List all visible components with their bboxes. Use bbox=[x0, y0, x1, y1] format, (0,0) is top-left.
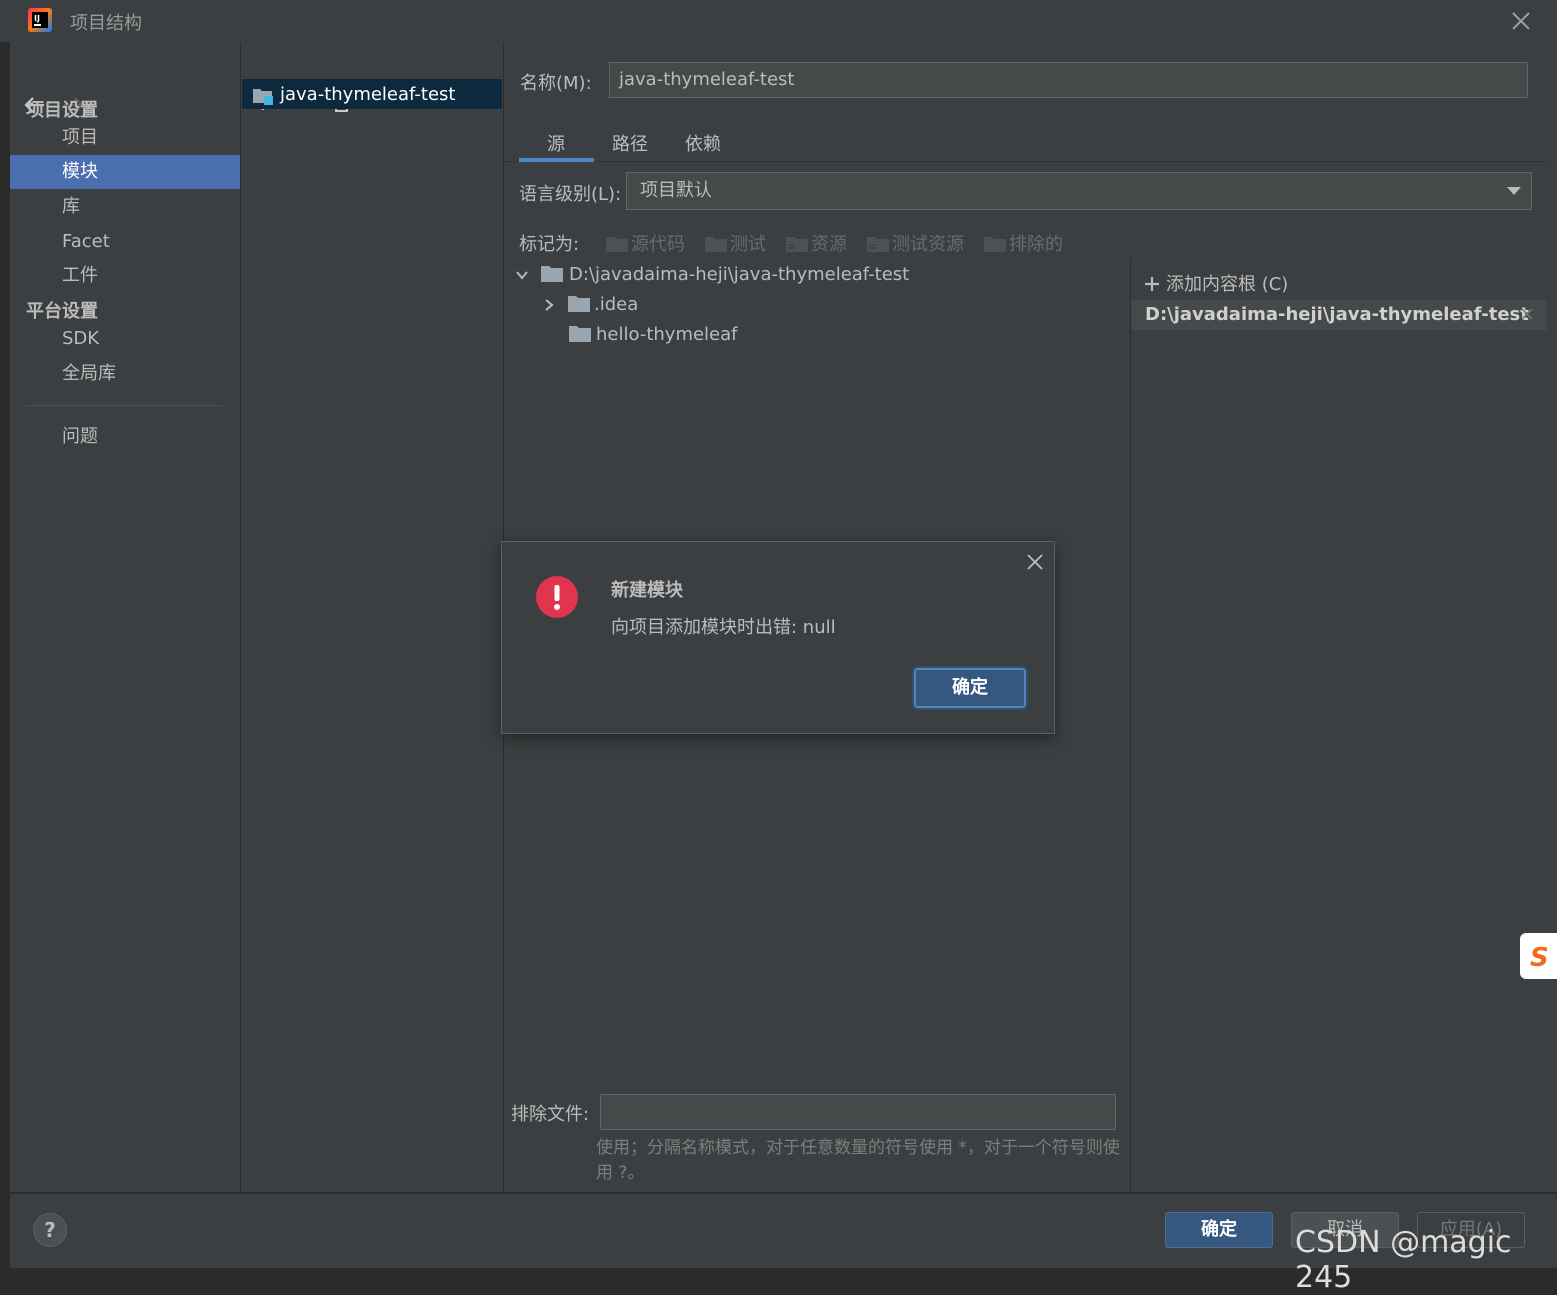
svg-text:IJ: IJ bbox=[34, 14, 40, 23]
nav-item-modules[interactable]: 模块 bbox=[10, 155, 240, 189]
tree-row-idea[interactable]: .idea bbox=[542, 294, 638, 315]
chevron-down-icon[interactable] bbox=[1507, 187, 1521, 195]
exclude-files-label: 排除文件: bbox=[511, 1104, 590, 1125]
title-bar bbox=[0, 0, 1557, 43]
tree-row-hello-thymeleaf[interactable]: hello-thymeleaf bbox=[569, 324, 738, 345]
tree-root-label: D:\javadaima-heji\java-thymeleaf-test bbox=[569, 264, 910, 285]
dialog-close-icon[interactable] bbox=[1026, 553, 1044, 571]
add-content-root-button[interactable]: 添加内容根 (C) bbox=[1144, 270, 1288, 296]
module-list-panel bbox=[241, 42, 504, 1192]
tab-sources[interactable]: 源 bbox=[547, 130, 565, 156]
tree-hello-thymeleaf-label: hello-thymeleaf bbox=[596, 324, 738, 345]
ok-button[interactable]: 确定 bbox=[1165, 1212, 1273, 1248]
window-title: 项目结构 bbox=[70, 13, 142, 34]
tab-dependencies[interactable]: 依赖 bbox=[685, 130, 721, 156]
active-tab-indicator bbox=[519, 158, 594, 162]
chevron-down-icon[interactable] bbox=[515, 268, 529, 282]
tab-paths[interactable]: 路径 bbox=[612, 130, 648, 156]
tree-idea-label: .idea bbox=[594, 294, 639, 315]
module-folder-icon bbox=[252, 86, 274, 106]
mark-resources-label: 资源 bbox=[811, 234, 847, 255]
name-label: 名称(M): bbox=[520, 73, 592, 94]
help-button[interactable]: ? bbox=[33, 1213, 67, 1247]
nav-item-global-libraries[interactable]: 全局库 bbox=[10, 357, 240, 391]
add-content-root-label: 添加内容根 (C) bbox=[1166, 274, 1289, 295]
dialog-ok-button[interactable]: 确定 bbox=[914, 668, 1026, 708]
nav-divider bbox=[26, 405, 222, 406]
mark-sources-button[interactable]: 源代码 bbox=[606, 230, 685, 256]
folder-icon bbox=[606, 237, 628, 252]
nav-item-facet[interactable]: Facet bbox=[10, 225, 240, 259]
dialog-message: 向项目添加模块时出错: null bbox=[611, 617, 836, 638]
language-level-label: 语言级别(L): bbox=[519, 184, 622, 205]
error-icon bbox=[535, 575, 579, 619]
module-name: java-thymeleaf-test bbox=[280, 84, 456, 105]
nav-item-sdk[interactable]: SDK bbox=[10, 322, 240, 356]
mark-sources-label: 源代码 bbox=[631, 234, 685, 255]
project-settings-header: 项目设置 bbox=[26, 100, 98, 121]
nav-item-project[interactable]: 项目 bbox=[10, 121, 240, 155]
intellij-logo-icon: IJ bbox=[28, 8, 52, 32]
remove-content-root-icon[interactable] bbox=[1521, 308, 1533, 320]
mark-excluded-button[interactable]: 排除的 bbox=[984, 230, 1063, 256]
nav-item-libraries[interactable]: 库 bbox=[10, 190, 240, 224]
mark-tests-button[interactable]: 测试 bbox=[705, 230, 766, 256]
exclude-files-input[interactable] bbox=[600, 1094, 1116, 1130]
content-root-path: D:\javadaima-heji\java-thymeleaf-test bbox=[1145, 304, 1529, 325]
language-level-select[interactable]: 项目默认 bbox=[626, 172, 1532, 210]
folder-icon bbox=[541, 266, 563, 282]
test-resources-folder-icon bbox=[867, 237, 889, 252]
tabs-border bbox=[504, 161, 1547, 162]
resources-folder-icon bbox=[786, 237, 808, 252]
mark-test-resources-label: 测试资源 bbox=[892, 234, 964, 255]
platform-settings-header: 平台设置 bbox=[26, 301, 98, 322]
mark-resources-button[interactable]: 资源 bbox=[786, 230, 847, 256]
excluded-folder-icon bbox=[984, 237, 1006, 252]
mark-test-resources-button[interactable]: 测试资源 bbox=[867, 230, 964, 256]
watermark: CSDN @magic 245 bbox=[1295, 1225, 1512, 1295]
dialog-title: 新建模块 bbox=[611, 580, 683, 601]
module-name-input[interactable]: java-thymeleaf-test bbox=[609, 62, 1528, 98]
mark-as-label: 标记为: bbox=[519, 234, 580, 255]
mark-excluded-label: 排除的 bbox=[1009, 234, 1063, 255]
mark-tests-label: 测试 bbox=[730, 234, 766, 255]
tree-row-root[interactable]: D:\javadaima-heji\java-thymeleaf-test bbox=[515, 264, 909, 285]
folder-icon bbox=[569, 326, 591, 342]
svg-text:S: S bbox=[1530, 943, 1549, 973]
plus-icon bbox=[1145, 277, 1159, 291]
csdn-side-badge-icon[interactable]: S bbox=[1520, 933, 1557, 979]
nav-item-artifacts[interactable]: 工件 bbox=[10, 259, 240, 293]
chevron-right-icon[interactable] bbox=[542, 298, 556, 312]
exclude-files-hint: 使用；分隔名称模式，对于任意数量的符号使用 *，对于一个符号则使用 ?。 bbox=[596, 1138, 1120, 1183]
content-roots-panel bbox=[1130, 258, 1548, 1192]
left-edge bbox=[0, 42, 10, 1273]
window-close-icon[interactable] bbox=[1510, 10, 1532, 32]
nav-item-problems[interactable]: 问题 bbox=[10, 420, 240, 454]
folder-icon bbox=[568, 296, 590, 312]
folder-icon bbox=[705, 237, 727, 252]
